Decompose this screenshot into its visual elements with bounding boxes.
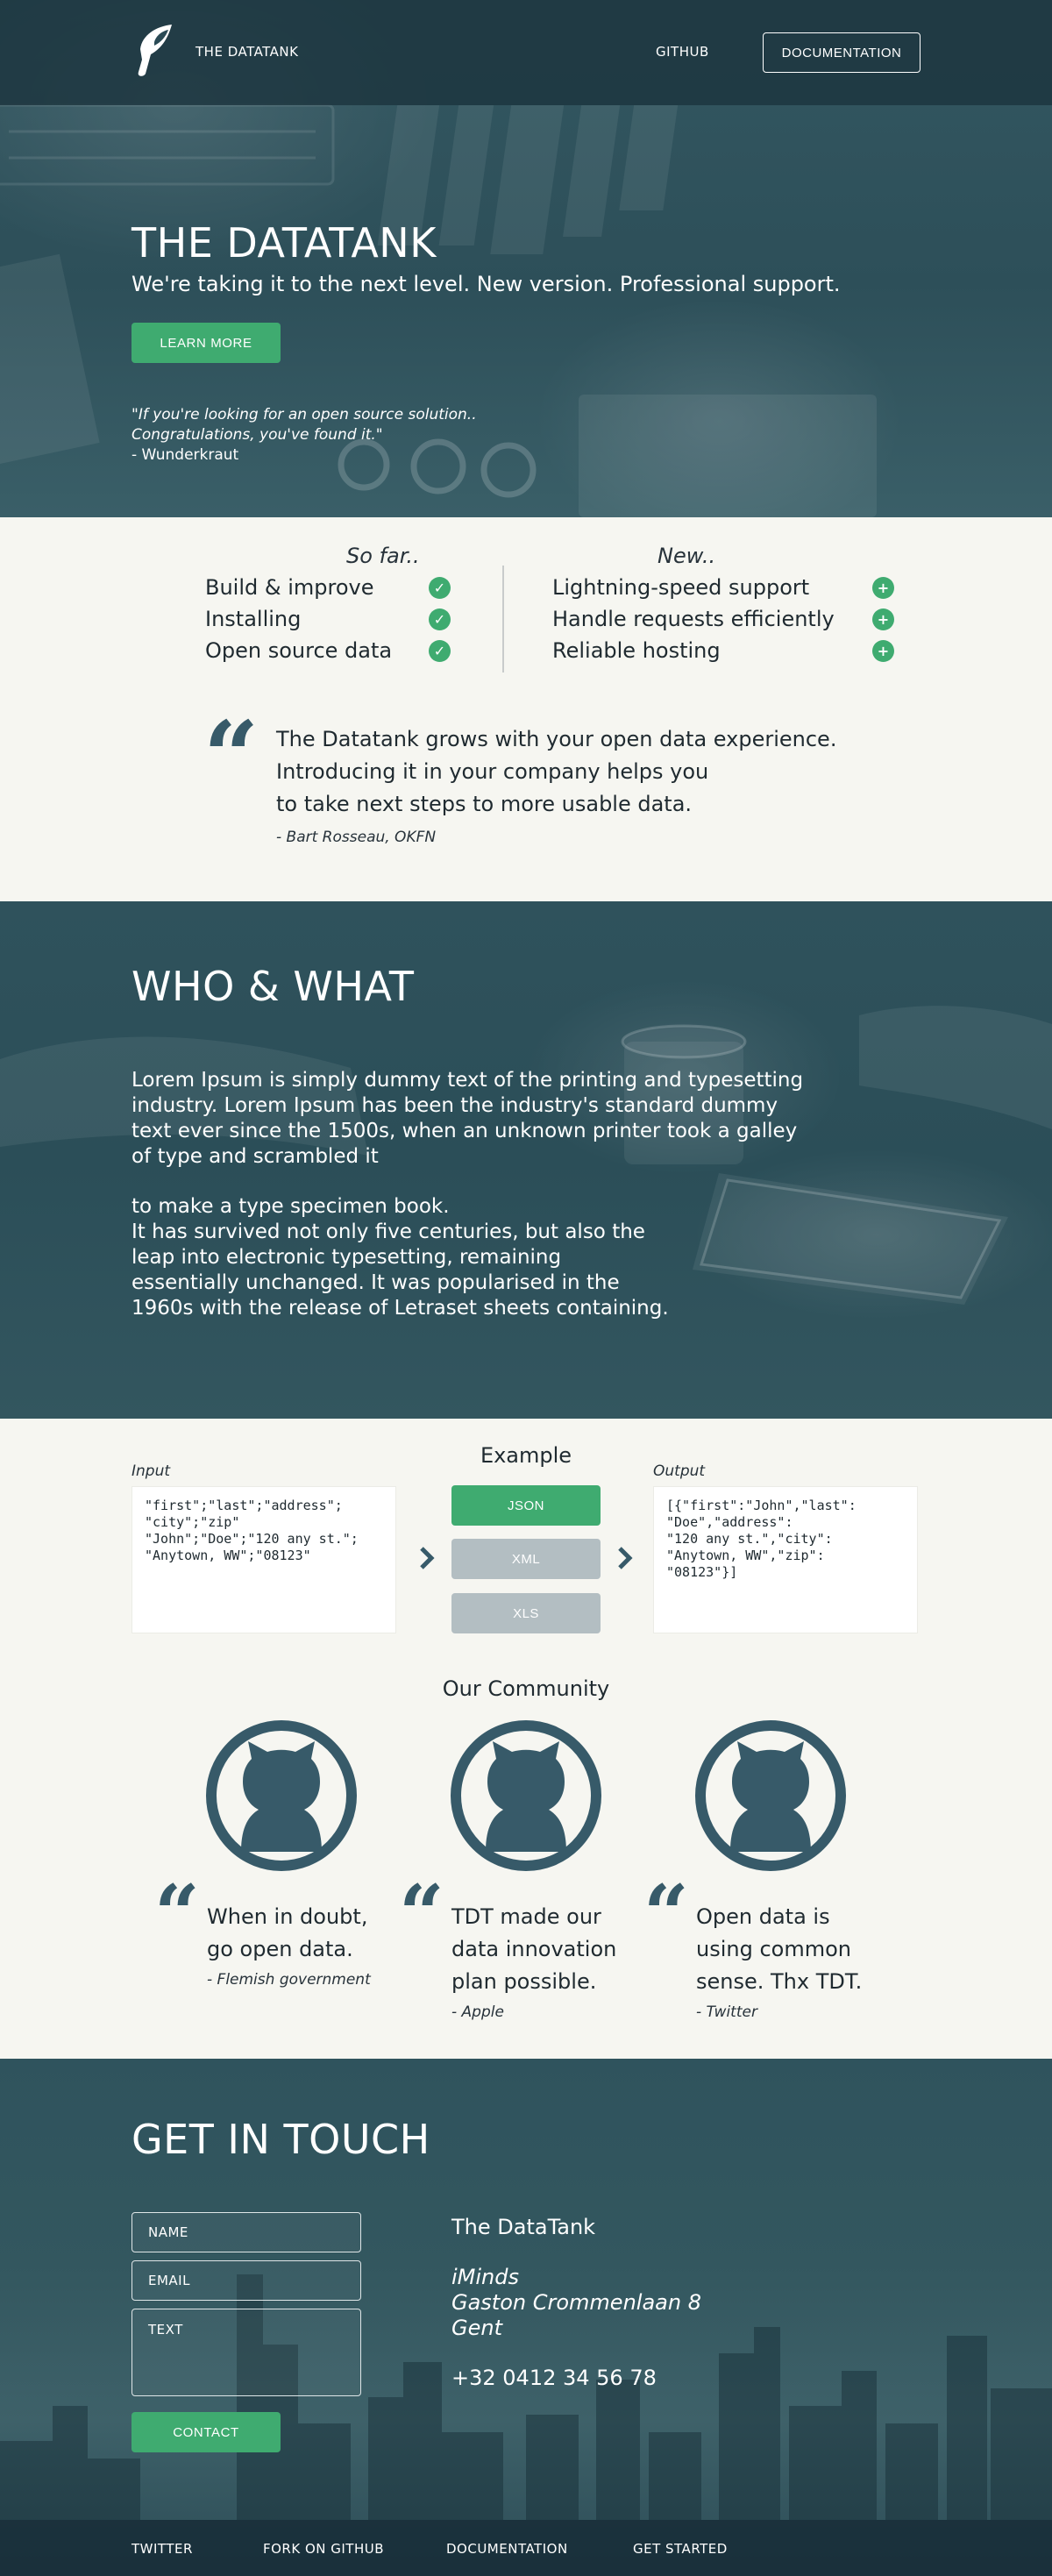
nav-documentation-button[interactable]: DOCUMENTATION <box>763 32 920 73</box>
community-quote-line: When in doubt, <box>207 1904 368 1929</box>
list-item: Lightning-speed support + <box>552 572 903 603</box>
message-textarea[interactable] <box>132 2309 361 2396</box>
name-input[interactable] <box>132 2212 361 2252</box>
new-list: Lightning-speed support + Handle requests… <box>552 572 903 666</box>
format-json-button[interactable]: JSON <box>451 1485 601 1526</box>
brand-name[interactable]: THE DATATANK <box>195 44 298 60</box>
address-line: Gaston Crommenlaan 8 <box>451 2290 701 2315</box>
email-input[interactable] <box>132 2260 361 2301</box>
chevron-right-icon <box>420 1547 435 1569</box>
footer-link-get-started[interactable]: GET STARTED <box>633 2541 728 2557</box>
hero-title: THE DATATANK <box>132 219 437 267</box>
who-title: WHO & WHAT <box>132 963 415 1010</box>
list-item: Build & improve ✓ <box>205 572 451 603</box>
column-divider <box>502 566 504 672</box>
so-far-title: So far.. <box>346 544 420 568</box>
phone-number[interactable]: +32 0412 34 56 78 <box>451 2366 701 2391</box>
community-quote-line: using common <box>696 1937 851 1961</box>
who-description: Lorem Ipsum is simply dummy text of the … <box>132 1068 815 1321</box>
feature-label: Reliable hosting <box>552 638 721 663</box>
so-far-list: Build & improve ✓ Installing ✓ Open source… <box>205 572 451 666</box>
feature-label: Open source data <box>205 638 393 663</box>
hero-section: THE DATATANK GITHUB DOCUMENTATION THE DA… <box>0 0 1052 517</box>
community-quote: Open data is using common sense. Thx TDT… <box>696 1901 862 1998</box>
who-paragraph-line: It has survived not only five centuries,… <box>132 1220 669 1320</box>
quote-mark-icon: “ <box>154 1875 200 1917</box>
address-line: Gent <box>451 2316 502 2340</box>
contact-submit-button[interactable]: CONTACT <box>132 2412 281 2452</box>
community-quote: When in doubt, go open data. <box>207 1901 367 1966</box>
footer-link-twitter[interactable]: TWITTER <box>132 2541 193 2557</box>
testimonial-line: Introducing it in your company helps you <box>276 759 709 784</box>
community-quote: TDT made our data innovation plan possib… <box>451 1901 616 1998</box>
community-quote-author: - Flemish government <box>207 1971 371 1989</box>
address-line: iMinds <box>451 2265 519 2289</box>
who-paragraph: Lorem Ipsum is simply dummy text of the … <box>132 1069 804 1168</box>
footer-link-fork-on-github[interactable]: FORK ON GITHUB <box>263 2541 384 2557</box>
github-octocat-icon[interactable] <box>695 1720 846 1871</box>
community-quote-line: go open data. <box>207 1937 353 1961</box>
feature-label: Installing <box>205 607 302 631</box>
who-paragraph: to make a type specimen book. It has sur… <box>132 1194 815 1321</box>
testimonial-line: to take next steps to more usable data. <box>276 792 693 816</box>
format-xml-button[interactable]: XML <box>451 1539 601 1579</box>
community-quote-author: - Apple <box>451 2003 504 2021</box>
output-code-box[interactable]: [{"first":"John","last": "Doe","address"… <box>653 1486 918 1633</box>
contact-address: The DataTank iMinds Gaston Crommenlaan 8… <box>451 2215 701 2391</box>
input-code-box[interactable]: "first";"last";"address"; "city";"zip" "… <box>132 1486 396 1633</box>
who-and-what-section: WHO & WHAT Lorem Ipsum is simply dummy t… <box>0 901 1052 1419</box>
list-item: Installing ✓ <box>205 603 451 635</box>
footer-nav: TWITTER FORK ON GITHUB DOCUMENTATION GET… <box>0 2520 1052 2576</box>
testimonial-quote: The Datatank grows with your open data e… <box>276 723 836 821</box>
hero-subtitle: We're taking it to the next level. New v… <box>132 272 841 296</box>
footer-link-documentation[interactable]: DOCUMENTATION <box>446 2541 568 2557</box>
features-section: So far.. Build & improve ✓ Installing ✓ Op… <box>0 517 1052 901</box>
who-paragraph-line: to make a type specimen book. <box>132 1195 450 1218</box>
hero-quote-line: Congratulations, you've found it." <box>132 426 383 444</box>
plus-circle-icon: + <box>872 577 894 599</box>
feature-label: Build & improve <box>205 575 374 600</box>
quote-mark-icon: “ <box>643 1875 689 1917</box>
check-circle-icon: ✓ <box>429 608 451 630</box>
input-label: Input <box>132 1462 171 1480</box>
feature-label: Lightning-speed support <box>552 575 810 600</box>
output-label: Output <box>653 1462 706 1480</box>
contact-title: GET IN TOUCH <box>132 2116 430 2163</box>
new-title: New.. <box>658 544 716 568</box>
community-quote-line: Open data is <box>696 1904 830 1929</box>
hero-quote: "If you're looking for an open source so… <box>132 405 477 466</box>
community-quote-author: - Twitter <box>696 2003 757 2021</box>
community-title: Our Community <box>442 1676 610 1701</box>
community-quote-line: plan possible. <box>451 1969 597 1994</box>
community-quote-line: sense. Thx TDT. <box>696 1969 863 1994</box>
list-item: Open source data ✓ <box>205 635 451 666</box>
community-quote-line: data innovation <box>451 1937 617 1961</box>
hero-quote-line: "If you're looking for an open source so… <box>132 406 477 423</box>
plus-circle-icon: + <box>872 608 894 630</box>
plus-circle-icon: + <box>872 640 894 662</box>
github-octocat-icon[interactable] <box>206 1720 357 1871</box>
quote-mark-icon: “ <box>203 708 259 761</box>
check-circle-icon: ✓ <box>429 640 451 662</box>
community-quote-line: TDT made our <box>451 1904 601 1929</box>
contact-section: GET IN TOUCH CONTACT The DataTank iMinds… <box>0 2059 1052 2576</box>
github-octocat-icon[interactable] <box>451 1720 601 1871</box>
list-item: Reliable hosting + <box>552 635 903 666</box>
list-item: Handle requests efficiently + <box>552 603 903 635</box>
nav-github-link[interactable]: GITHUB <box>656 44 709 60</box>
testimonial-line: The Datatank grows with your open data e… <box>276 727 837 751</box>
top-navigation: THE DATATANK GITHUB DOCUMENTATION <box>0 0 1052 105</box>
hero-quote-author: - Wunderkraut <box>132 446 239 464</box>
org-name: The DataTank <box>451 2215 596 2239</box>
check-circle-icon: ✓ <box>429 577 451 599</box>
quote-mark-icon: “ <box>399 1875 444 1917</box>
datatank-logo-icon[interactable] <box>130 23 175 81</box>
feature-label: Handle requests efficiently <box>552 607 835 631</box>
chevron-right-icon <box>618 1547 633 1569</box>
testimonial-author: - Bart Rosseau, OKFN <box>276 829 437 846</box>
learn-more-button[interactable]: LEARN MORE <box>132 323 281 363</box>
format-xls-button[interactable]: XLS <box>451 1593 601 1633</box>
